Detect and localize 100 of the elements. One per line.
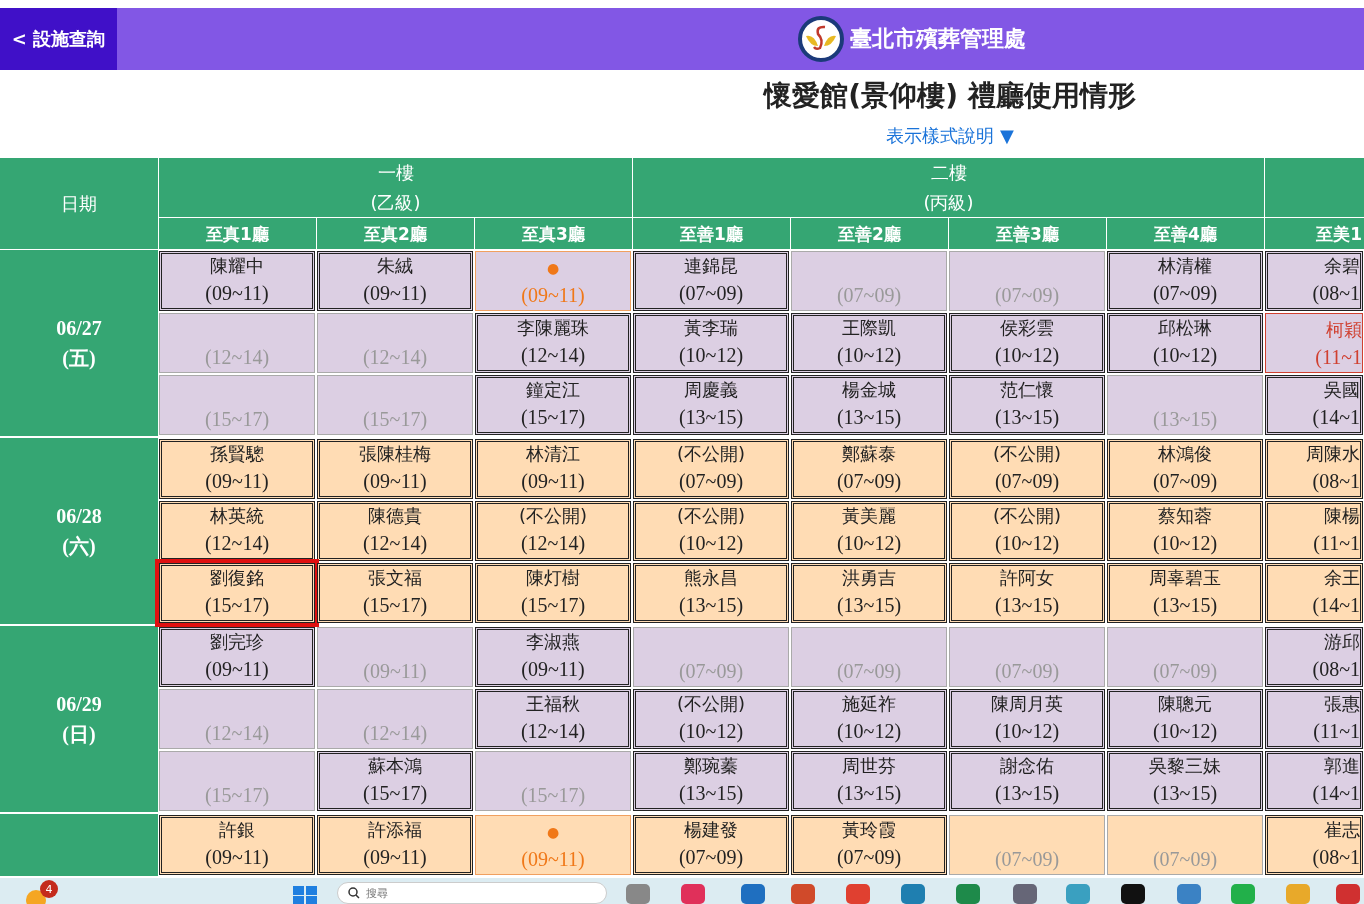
slot-cell[interactable]: 吳國 (14~1 [1265, 375, 1363, 435]
time-slot: (15~17) [204, 781, 270, 809]
person-name: 林清江 [526, 442, 580, 466]
slot-cell[interactable]: (不公開) (12~14) [475, 501, 631, 561]
hall-header: 至善1廳 [632, 218, 790, 250]
slot-cell[interactable]: 謝念佑 (13~15) [949, 751, 1105, 811]
slot-cell[interactable]: 王福秋 (12~14) [475, 689, 631, 749]
slot-cell[interactable]: 張陳桂梅 (09~11) [317, 439, 473, 499]
time-slot: (12~14) [520, 341, 586, 369]
person-name: (不公開) [518, 504, 587, 528]
slot-cell[interactable]: 林清江 (09~11) [475, 439, 631, 499]
slot-cell[interactable]: 吳黎三妹 (13~15) [1107, 751, 1263, 811]
slot-cell[interactable]: (不公開) (10~12) [949, 501, 1105, 561]
slot-cell[interactable]: 張惠 (11~1 [1265, 689, 1363, 749]
slot-cell[interactable]: 陳耀中 (09~11) [159, 251, 315, 311]
slot-cell[interactable]: 蔡知蓉 (10~12) [1107, 501, 1263, 561]
slot-cell[interactable]: 洪勇吉 (13~15) [791, 563, 947, 623]
time-slot: (13~15) [994, 403, 1060, 431]
time-slot: (10~12) [994, 341, 1060, 369]
person-name: 侯彩雲 [1000, 316, 1054, 340]
floor-header: 二樓 (丙級) [632, 158, 1264, 218]
slot-cell[interactable]: 陳德貴 (12~14) [317, 501, 473, 561]
time-slot: (15~17) [204, 405, 270, 433]
time-slot: (10~12) [678, 341, 744, 369]
slot-cell[interactable]: 鄭琬蓁 (13~15) [633, 751, 789, 811]
time-slot: (12~14) [204, 343, 270, 371]
slot-cell[interactable]: 陳灯樹 (15~17) [475, 563, 631, 623]
slot-cell[interactable]: 余王 (14~1 [1265, 563, 1363, 623]
slot-cell[interactable]: 許添福 (09~11) [317, 815, 473, 875]
slot-cell[interactable]: 周陳水 (08~1 [1265, 439, 1363, 499]
time-slot: (08~1 [1312, 279, 1360, 307]
slot-cell[interactable]: 孫賢驄 (09~11) [159, 439, 315, 499]
time-slot: (09~11) [521, 281, 585, 309]
time-slot: (07~09) [836, 843, 902, 871]
slot-cell[interactable]: 施延祚 (10~12) [791, 689, 947, 749]
slot-cell[interactable]: 陳楊 (11~1 [1265, 501, 1363, 561]
time-slot: (07~09) [994, 467, 1060, 495]
legend-link[interactable]: 表示樣式說明 ▼ [886, 122, 1014, 150]
back-button[interactable]: < 設施查詢 [0, 8, 117, 70]
slot-cell[interactable]: 邱松琳 (10~12) [1107, 313, 1263, 373]
date-cell: 06/27 (五) [0, 250, 158, 436]
slot-cell[interactable]: 陳聰元 (10~12) [1107, 689, 1263, 749]
time-slot: (13~15) [678, 779, 744, 807]
dot-icon: ● [546, 819, 560, 845]
slot-cell[interactable]: 郭進 (14~1 [1265, 751, 1363, 811]
person-name: 周世芬 [842, 754, 896, 778]
time-slot: (10~12) [1152, 341, 1218, 369]
slot-cell[interactable]: 李淑燕 (09~11) [475, 627, 631, 687]
slot-cell[interactable]: 熊永昌 (13~15) [633, 563, 789, 623]
slot-cell[interactable]: 侯彩雲 (10~12) [949, 313, 1105, 373]
slot-cell[interactable]: 鐘定江 (15~17) [475, 375, 631, 435]
slot-cell[interactable]: 許阿女 (13~15) [949, 563, 1105, 623]
slot-cell[interactable]: 李陳麗珠 (12~14) [475, 313, 631, 373]
slot-cell[interactable]: 黃玲霞 (07~09) [791, 815, 947, 875]
time-slot: (10~12) [994, 717, 1060, 745]
time-slot: (13~15) [994, 779, 1060, 807]
slot-cell[interactable]: 許銀 (09~11) [159, 815, 315, 875]
slot-cell[interactable]: 連錦昆 (07~09) [633, 251, 789, 311]
slot-cell[interactable]: 朱絨 (09~11) [317, 251, 473, 311]
person-name: 范仁懷 [1000, 378, 1054, 402]
slot-cell[interactable]: 林英統 (12~14) [159, 501, 315, 561]
slot-cell[interactable]: (不公開) (10~12) [633, 501, 789, 561]
time-slot: (07~09) [678, 279, 744, 307]
search-field[interactable]: 搜尋 [337, 882, 607, 904]
time-slot: (09~11) [205, 279, 269, 307]
slot-cell[interactable]: 王際凱 (10~12) [791, 313, 947, 373]
slot-cell[interactable]: 林鴻俊 (07~09) [1107, 439, 1263, 499]
slot-cell[interactable]: 鄭蘇泰 (07~09) [791, 439, 947, 499]
time-slot: (13~15) [1152, 779, 1218, 807]
slot-cell[interactable]: 張文福 (15~17) [317, 563, 473, 623]
slot-cell[interactable]: 游邱 (08~1 [1265, 627, 1363, 687]
slot-cell[interactable]: 林清權 (07~09) [1107, 251, 1263, 311]
slot-cell[interactable]: 周辜碧玉 (13~15) [1107, 563, 1263, 623]
person-name: 林清權 [1158, 254, 1212, 278]
slot-cell[interactable]: 崔志 (08~1 [1265, 815, 1363, 875]
slot-cell[interactable]: (不公開) (10~12) [633, 689, 789, 749]
slot-cell[interactable]: 陳周月英 (10~12) [949, 689, 1105, 749]
person-name: 李淑燕 [526, 630, 580, 654]
time-slot: (07~09) [678, 843, 744, 871]
slot-cell[interactable]: 周世芬 (13~15) [791, 751, 947, 811]
slot-cell[interactable]: 黃李瑞 (10~12) [633, 313, 789, 373]
app-icon[interactable] [1120, 882, 1146, 904]
time-slot: (07~09) [836, 657, 902, 685]
slot-cell[interactable]: 黃美麗 (10~12) [791, 501, 947, 561]
person-name: 余王 [1324, 566, 1360, 590]
person-name: 陳楊 [1324, 504, 1360, 528]
slot-cell[interactable]: 楊金城 (13~15) [791, 375, 947, 435]
time-slot: (13~15) [836, 591, 902, 619]
slot-cell[interactable]: 蘇本鴻 (15~17) [317, 751, 473, 811]
slot-cell[interactable]: 周慶義 (13~15) [633, 375, 789, 435]
slot-cell[interactable]: 劉完珍 (09~11) [159, 627, 315, 687]
slot-cell[interactable]: 余碧 (08~1 [1265, 251, 1363, 311]
slot-cell[interactable]: (不公開) (07~09) [949, 439, 1105, 499]
time-slot: (09~11) [205, 843, 269, 871]
time-slot: (12~14) [204, 719, 270, 747]
person-name: (不公開) [676, 442, 745, 466]
slot-cell[interactable]: 楊建發 (07~09) [633, 815, 789, 875]
slot-cell[interactable]: (不公開) (07~09) [633, 439, 789, 499]
slot-cell[interactable]: 范仁懷 (13~15) [949, 375, 1105, 435]
time-slot: (14~1 [1312, 779, 1360, 807]
